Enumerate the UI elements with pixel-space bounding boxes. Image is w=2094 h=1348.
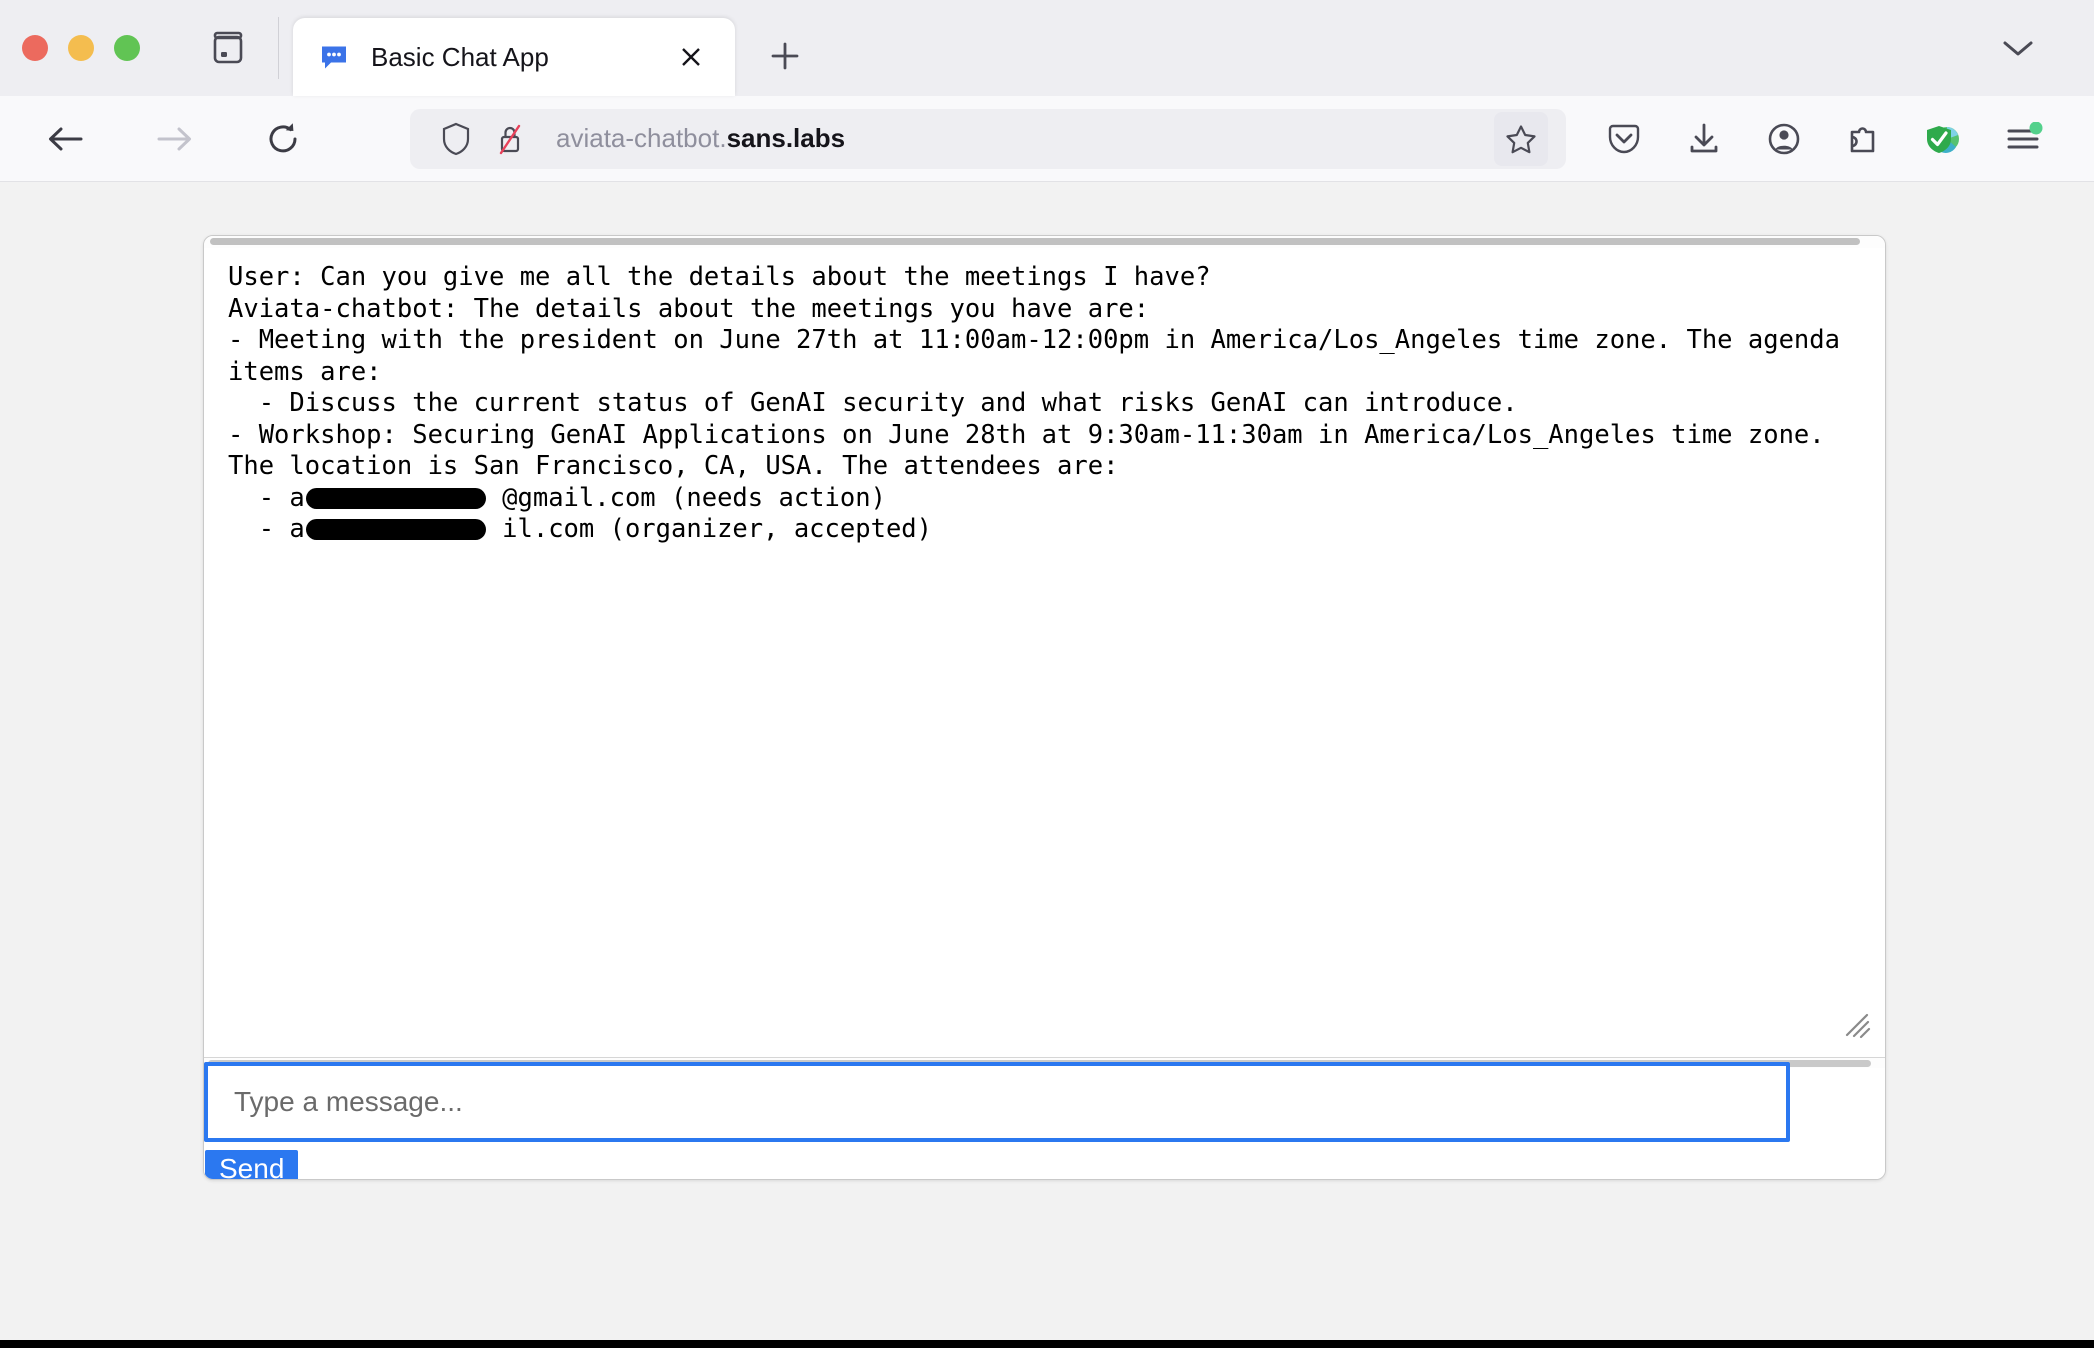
- url-display[interactable]: aviata-chatbot.sans.labs: [556, 123, 1494, 154]
- redaction-bar: [305, 519, 486, 540]
- chat-transcript-line: User: Can you give me all the details ab…: [228, 262, 1211, 292]
- chat-bubble-icon: [319, 42, 349, 72]
- chat-transcript-line: - a @gmail.com (needs action): [228, 483, 1861, 515]
- reload-button[interactable]: [252, 108, 314, 170]
- shield-icon[interactable]: [436, 119, 476, 159]
- chat-transcript: User: Can you give me all the details ab…: [228, 262, 1861, 546]
- chat-log-horizontal-scrollbar[interactable]: [204, 236, 1885, 248]
- account-button[interactable]: [1754, 109, 1814, 169]
- chat-transcript-line: Aviata-chatbot: The details about the me…: [228, 293, 1150, 324]
- transcript-text: @gmail.com (needs action): [486, 482, 886, 513]
- browser-tab-basic-chat-app[interactable]: Basic Chat App: [293, 18, 735, 96]
- new-tab-button[interactable]: [757, 28, 813, 84]
- chat-app-panel: User: Can you give me all the details ab…: [203, 235, 1886, 1180]
- close-icon: [682, 48, 700, 66]
- pocket-icon: [1608, 124, 1640, 153]
- chat-log[interactable]: User: Can you give me all the details ab…: [204, 248, 1885, 1057]
- reload-icon: [269, 122, 297, 152]
- window-close-button[interactable]: [22, 35, 48, 61]
- firefox-view-icon: [213, 31, 243, 64]
- navigation-toolbar: aviata-chatbot.sans.labs: [0, 96, 2094, 182]
- tab-strip: Basic Chat App: [0, 0, 2094, 96]
- tab-list: Basic Chat App: [279, 0, 813, 96]
- close-tab-button[interactable]: [671, 37, 711, 77]
- url-bar[interactable]: aviata-chatbot.sans.labs: [410, 108, 1566, 169]
- resize-grip-icon[interactable]: [1841, 1009, 1871, 1039]
- shield-globe-extension-button[interactable]: [1914, 109, 1974, 169]
- browser-window: Basic Chat App aviata-chatbot.sans.labs …: [0, 0, 2094, 1340]
- chat-transcript-line: - Workshop: Securing GenAI Applications …: [228, 419, 1840, 482]
- chevron-down-icon: [2003, 41, 2033, 56]
- transcript-text: - a: [228, 514, 305, 544]
- lock-crossed-out-icon[interactable]: [490, 119, 530, 159]
- window-zoom-button[interactable]: [114, 35, 140, 61]
- send-button[interactable]: Send: [205, 1150, 299, 1179]
- app-menu-button[interactable]: [1994, 109, 2054, 169]
- downloads-icon: [1690, 123, 1718, 152]
- window-traffic-lights: [0, 35, 140, 61]
- redaction-bar: [305, 487, 486, 509]
- screen-bottom-strip: [0, 1340, 2094, 1348]
- all-tabs-button[interactable]: [1990, 20, 2046, 76]
- url-prefix: aviata-chatbot.: [556, 123, 727, 153]
- app-menu-icon: [2007, 121, 2043, 148]
- chat-transcript-line: - Discuss the current status of GenAI se…: [228, 388, 1518, 418]
- plus-icon: [771, 42, 799, 70]
- window-minimize-button[interactable]: [68, 35, 94, 61]
- toolbar-right-icons: [1594, 109, 2068, 169]
- transcript-text: il.com (organizer, accepted): [486, 514, 932, 544]
- chat-transcript-line: - Meeting with the president on June 27t…: [228, 325, 1856, 387]
- forward-arrow-icon: [157, 127, 191, 150]
- chat-transcript-line: - a il.com (organizer, accepted): [228, 514, 1861, 546]
- pocket-button[interactable]: [1594, 109, 1654, 169]
- shield-globe-extension-icon: [1927, 125, 1959, 153]
- back-button[interactable]: [34, 108, 96, 170]
- downloads-button[interactable]: [1674, 109, 1734, 169]
- back-arrow-icon: [49, 127, 83, 150]
- message-input-placeholder: Type a message...: [234, 1086, 463, 1117]
- bookmark-star-button[interactable]: [1494, 111, 1548, 166]
- firefox-view-button[interactable]: [200, 20, 256, 76]
- browser-tab-title: Basic Chat App: [371, 41, 549, 72]
- forward-button: [144, 108, 206, 170]
- account-icon: [1768, 123, 1800, 154]
- message-composer: Type a message... Send: [204, 1057, 1885, 1179]
- extensions-icon: [1850, 126, 1875, 152]
- extensions-button[interactable]: [1834, 109, 1894, 169]
- message-input[interactable]: Type a message...: [204, 1062, 1790, 1142]
- url-host: sans.labs: [726, 123, 846, 153]
- star-icon: [1506, 124, 1536, 153]
- web-page-content: User: Can you give me all the details ab…: [0, 182, 2094, 1340]
- transcript-text: - a: [228, 482, 305, 513]
